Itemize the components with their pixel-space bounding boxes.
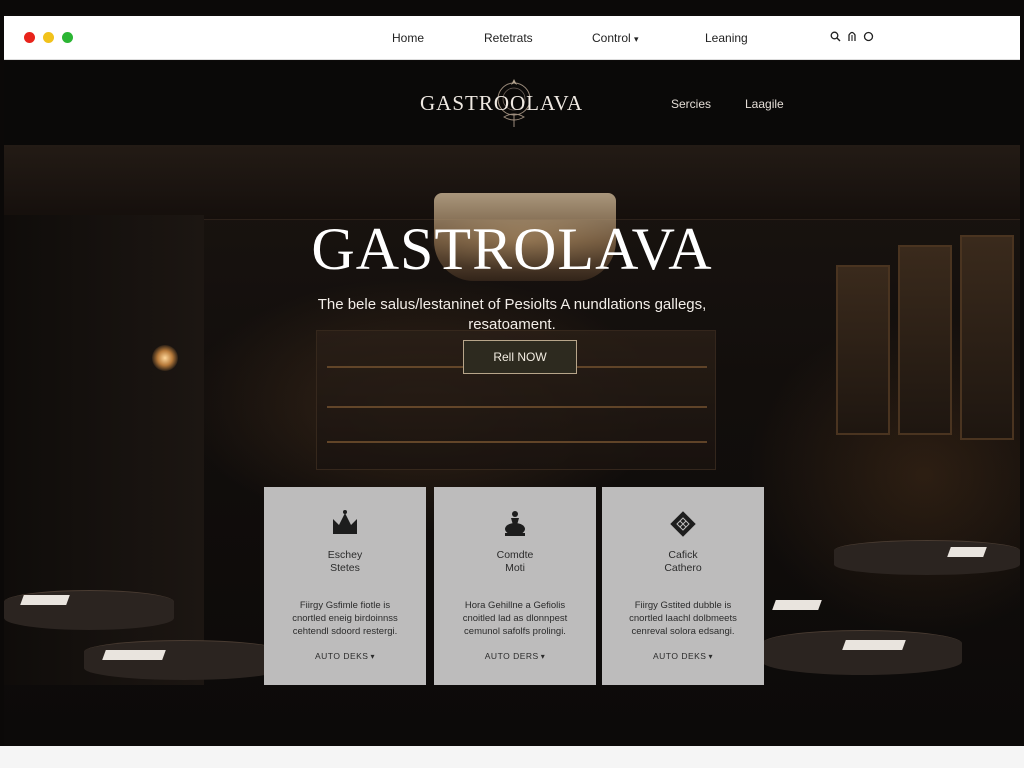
napkin-image: [772, 600, 822, 610]
top-nav-home[interactable]: Home: [392, 31, 424, 45]
card-link-label: AUTO DEKS: [315, 651, 369, 661]
page-bottom-strip: [0, 746, 1024, 768]
napkin-image: [20, 595, 70, 605]
card-more-link[interactable]: AUTO DEKS ▾: [602, 651, 764, 661]
napkin-image: [947, 547, 987, 557]
user-icon[interactable]: [847, 30, 857, 45]
card-description: Fiirgy Gstited dubble is cnortled laachl…: [629, 600, 737, 637]
card-link-label: AUTO DERS: [484, 651, 539, 661]
search-icon[interactable]: [830, 31, 841, 45]
top-icons: [830, 30, 874, 45]
site-nav-laagile[interactable]: Laagile: [745, 97, 784, 111]
chevron-down-icon: ▾: [708, 652, 713, 661]
feature-card[interactable]: Comdte Moti Hora Gehillne a Gefiolis cno…: [434, 487, 596, 685]
close-window-button[interactable]: [24, 32, 35, 43]
top-nav-control-label: Control: [592, 31, 631, 45]
top-nav-control[interactable]: Control ▾: [592, 31, 639, 45]
hero-subtitle-line-1: The bele salus/lestaninet of Pesiolts A …: [317, 296, 707, 313]
dining-table-image: [84, 640, 284, 680]
diamond-pattern-icon: [602, 509, 764, 539]
hero-subtitle: The bele salus/lestaninet of Pesiolts A …: [284, 295, 740, 335]
hero-subtitle-line-2: resatoament.: [468, 316, 556, 333]
card-description: Fiirgy Gsfimle fiotle is cnortled eneig …: [292, 600, 398, 637]
chevron-down-icon: ▾: [370, 652, 375, 661]
card-title: Comdte Moti: [496, 549, 534, 574]
browser-chrome: Home Retetrats Control ▾ Leaning: [4, 16, 1020, 60]
minimize-window-button[interactable]: [43, 32, 54, 43]
feature-card[interactable]: Cafick Cathero Fiirgy Gstited dubble is …: [602, 487, 764, 685]
dining-table-image: [834, 540, 1020, 575]
card-more-link[interactable]: AUTO DERS ▾: [434, 651, 596, 661]
site-header: GASTROOLAVA Sercies Laagile: [4, 61, 1020, 145]
circle-icon[interactable]: [863, 31, 874, 45]
crown-icon: [264, 509, 426, 539]
maximize-window-button[interactable]: [62, 32, 73, 43]
top-nav-retetrats[interactable]: Retetrats: [484, 31, 533, 45]
napkin-image: [102, 650, 166, 660]
top-nav-leaning[interactable]: Leaning: [705, 31, 748, 45]
hero-title: GASTROLAVA: [311, 216, 713, 282]
card-title: Eschey Stetes: [327, 549, 363, 574]
site-nav-sercies[interactable]: Sercies: [671, 97, 711, 111]
window-controls: [24, 32, 73, 43]
chevron-down-icon: ▾: [634, 34, 639, 44]
card-link-label: AUTO DEKS: [653, 651, 707, 661]
hero-section: GASTROLAVA The bele salus/lestaninet of …: [4, 145, 1020, 746]
chevron-down-icon: ▾: [540, 652, 546, 661]
brand-logo-text[interactable]: GASTROOLAVA: [420, 91, 583, 116]
card-title: Cafick Cathero: [664, 549, 702, 574]
chess-piece-icon: [434, 509, 596, 539]
feature-card[interactable]: Eschey Stetes Fiirgy Gsfimle fiotle is c…: [264, 487, 426, 685]
card-description: Hora Gehillne a Gefiolis cnoitled lad as…: [462, 600, 568, 637]
card-more-link[interactable]: AUTO DEKS ▾: [264, 651, 426, 661]
book-now-button[interactable]: Rell NOW: [463, 340, 577, 374]
napkin-image: [842, 640, 906, 650]
dining-table-image: [762, 630, 962, 675]
wall-sconce-image: [152, 345, 178, 371]
